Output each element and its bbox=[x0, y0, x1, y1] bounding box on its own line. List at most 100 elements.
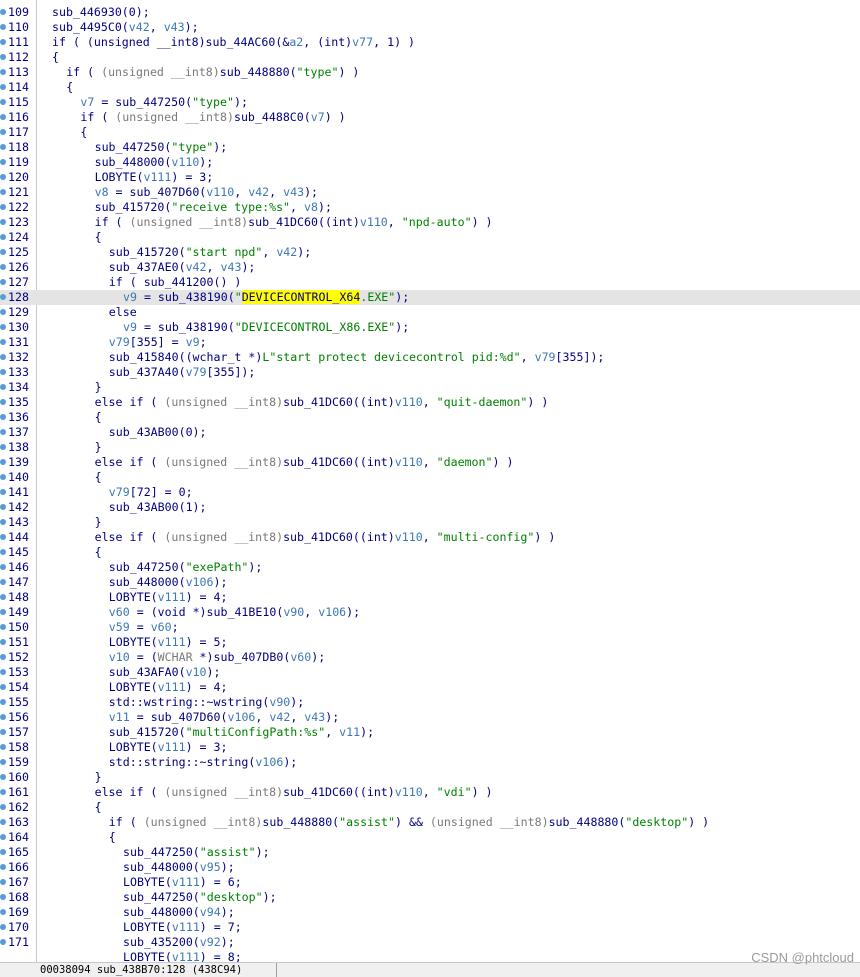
breakpoint-marker-icon[interactable] bbox=[0, 99, 6, 105]
code-line[interactable]: 116 if ( (unsigned __int8)sub_4488C0(v7) … bbox=[0, 110, 860, 125]
breakpoint-marker-icon[interactable] bbox=[0, 219, 6, 225]
breakpoint-marker-icon[interactable] bbox=[0, 444, 6, 450]
breakpoint-marker-icon[interactable] bbox=[0, 819, 6, 825]
breakpoint-marker-icon[interactable] bbox=[0, 939, 6, 945]
code-line[interactable]: 141 v79[72] = 0; bbox=[0, 485, 860, 500]
breakpoint-marker-icon[interactable] bbox=[0, 579, 6, 585]
breakpoint-marker-icon[interactable] bbox=[0, 324, 6, 330]
breakpoint-marker-icon[interactable] bbox=[0, 744, 6, 750]
code-line[interactable]: 151 LOBYTE(v111) = 5; bbox=[0, 635, 860, 650]
code-line[interactable]: 114 { bbox=[0, 80, 860, 95]
breakpoint-marker-icon[interactable] bbox=[0, 504, 6, 510]
breakpoint-marker-icon[interactable] bbox=[0, 594, 6, 600]
breakpoint-marker-icon[interactable] bbox=[0, 429, 6, 435]
breakpoint-marker-icon[interactable] bbox=[0, 669, 6, 675]
breakpoint-marker-icon[interactable] bbox=[0, 354, 6, 360]
breakpoint-marker-icon[interactable] bbox=[0, 204, 6, 210]
code-line[interactable]: 145 { bbox=[0, 545, 860, 560]
breakpoint-marker-icon[interactable] bbox=[0, 54, 6, 60]
code-line[interactable]: 125 sub_415720("start npd", v42); bbox=[0, 245, 860, 260]
code-line[interactable]: 164 { bbox=[0, 830, 860, 845]
code-line[interactable]: 119 sub_448000(v110); bbox=[0, 155, 860, 170]
code-line[interactable]: 154 LOBYTE(v111) = 4; bbox=[0, 680, 860, 695]
code-line[interactable]: 133 sub_437A40(v79[355]); bbox=[0, 365, 860, 380]
code-line[interactable]: 160} bbox=[0, 770, 860, 785]
code-line[interactable]: 153 sub_43AFA0(v10); bbox=[0, 665, 860, 680]
breakpoint-marker-icon[interactable] bbox=[0, 414, 6, 420]
breakpoint-marker-icon[interactable] bbox=[0, 879, 6, 885]
breakpoint-marker-icon[interactable] bbox=[0, 114, 6, 120]
code-line[interactable]: 140 { bbox=[0, 470, 860, 485]
code-line[interactable]: 146 sub_447250("exePath"); bbox=[0, 560, 860, 575]
code-line[interactable]: 150 v59 = v60; bbox=[0, 620, 860, 635]
code-line[interactable]: 165 sub_447250("assist"); bbox=[0, 845, 860, 860]
breakpoint-marker-icon[interactable] bbox=[0, 639, 6, 645]
breakpoint-marker-icon[interactable] bbox=[0, 699, 6, 705]
code-line[interactable]: 147 sub_448000(v106); bbox=[0, 575, 860, 590]
code-line[interactable]: 171 sub_435200(v92); bbox=[0, 935, 860, 950]
code-line[interactable]: 121 v8 = sub_407D60(v110, v42, v43); bbox=[0, 185, 860, 200]
breakpoint-marker-icon[interactable] bbox=[0, 264, 6, 270]
breakpoint-marker-icon[interactable] bbox=[0, 159, 6, 165]
breakpoint-marker-icon[interactable] bbox=[0, 894, 6, 900]
breakpoint-marker-icon[interactable] bbox=[0, 774, 6, 780]
code-line[interactable]: 110 sub_4495C0(v42, v43); bbox=[0, 20, 860, 35]
code-line[interactable]: 143} bbox=[0, 515, 860, 530]
breakpoint-marker-icon[interactable] bbox=[0, 249, 6, 255]
code-line[interactable]: 155 std::wstring::~wstring(v90); bbox=[0, 695, 860, 710]
code-line[interactable]: 124 { bbox=[0, 230, 860, 245]
code-line[interactable]: 123 if ( (unsigned __int8)sub_41DC60((int… bbox=[0, 215, 860, 230]
breakpoint-marker-icon[interactable] bbox=[0, 714, 6, 720]
breakpoint-marker-icon[interactable] bbox=[0, 369, 6, 375]
code-line[interactable]: 169 sub_448000(v94); bbox=[0, 905, 860, 920]
breakpoint-marker-icon[interactable] bbox=[0, 534, 6, 540]
code-line[interactable]: 109 sub_446930(0); bbox=[0, 5, 860, 20]
breakpoint-marker-icon[interactable] bbox=[0, 294, 6, 300]
breakpoint-marker-icon[interactable] bbox=[0, 609, 6, 615]
breakpoint-marker-icon[interactable] bbox=[0, 684, 6, 690]
breakpoint-marker-icon[interactable] bbox=[0, 759, 6, 765]
code-line[interactable]: 148 LOBYTE(v111) = 4; bbox=[0, 590, 860, 605]
breakpoint-marker-icon[interactable] bbox=[0, 459, 6, 465]
breakpoint-marker-icon[interactable] bbox=[0, 834, 6, 840]
breakpoint-marker-icon[interactable] bbox=[0, 279, 6, 285]
code-line[interactable]: 158 LOBYTE(v111) = 3; bbox=[0, 740, 860, 755]
breakpoint-marker-icon[interactable] bbox=[0, 9, 6, 15]
code-line[interactable]: 117 { bbox=[0, 125, 860, 140]
code-line[interactable]: 138} bbox=[0, 440, 860, 455]
breakpoint-marker-icon[interactable] bbox=[0, 189, 6, 195]
breakpoint-marker-icon[interactable] bbox=[0, 24, 6, 30]
code-line[interactable]: 144 else if ( (unsigned __int8)sub_41DC60… bbox=[0, 530, 860, 545]
code-line[interactable]: 159 std::string::~string(v106); bbox=[0, 755, 860, 770]
code-line[interactable]: 142 sub_43AB00(1); bbox=[0, 500, 860, 515]
code-line[interactable]: 163 if ( (unsigned __int8)sub_448880("ass… bbox=[0, 815, 860, 830]
code-line[interactable]: 115 v7 = sub_447250("type"); bbox=[0, 95, 860, 110]
code-line[interactable]: 168 sub_447250("desktop"); bbox=[0, 890, 860, 905]
code-line[interactable]: 136 { bbox=[0, 410, 860, 425]
code-line[interactable]: 162 { bbox=[0, 800, 860, 815]
code-line[interactable]: 170 LOBYTE(v111) = 7; bbox=[0, 920, 860, 935]
breakpoint-marker-icon[interactable] bbox=[0, 624, 6, 630]
breakpoint-marker-icon[interactable] bbox=[0, 399, 6, 405]
code-line[interactable]: 120 LOBYTE(v111) = 3; bbox=[0, 170, 860, 185]
breakpoint-marker-icon[interactable] bbox=[0, 654, 6, 660]
breakpoint-marker-icon[interactable] bbox=[0, 489, 6, 495]
breakpoint-marker-icon[interactable] bbox=[0, 474, 6, 480]
code-line[interactable]: 129 else bbox=[0, 305, 860, 320]
breakpoint-marker-icon[interactable] bbox=[0, 84, 6, 90]
breakpoint-marker-icon[interactable] bbox=[0, 174, 6, 180]
breakpoint-marker-icon[interactable] bbox=[0, 789, 6, 795]
code-line[interactable]: 139 else if ( (unsigned __int8)sub_41DC60… bbox=[0, 455, 860, 470]
breakpoint-marker-icon[interactable] bbox=[0, 564, 6, 570]
code-line[interactable]: 157 sub_415720("multiConfigPath:%s", v11)… bbox=[0, 725, 860, 740]
breakpoint-marker-icon[interactable] bbox=[0, 849, 6, 855]
code-line[interactable]: 134} bbox=[0, 380, 860, 395]
breakpoint-marker-icon[interactable] bbox=[0, 144, 6, 150]
code-line-highlighted[interactable]: 128 v9 = sub_438190("DEVICECONTROL_X64.EX… bbox=[0, 290, 860, 305]
breakpoint-marker-icon[interactable] bbox=[0, 864, 6, 870]
code-line[interactable]: 122 sub_415720("receive type:%s", v8); bbox=[0, 200, 860, 215]
code-line[interactable]: 127 if ( sub_441200() ) bbox=[0, 275, 860, 290]
breakpoint-marker-icon[interactable] bbox=[0, 804, 6, 810]
code-line[interactable]: 111 if ( (unsigned __int8)sub_44AC60(&a2,… bbox=[0, 35, 860, 50]
breakpoint-marker-icon[interactable] bbox=[0, 924, 6, 930]
